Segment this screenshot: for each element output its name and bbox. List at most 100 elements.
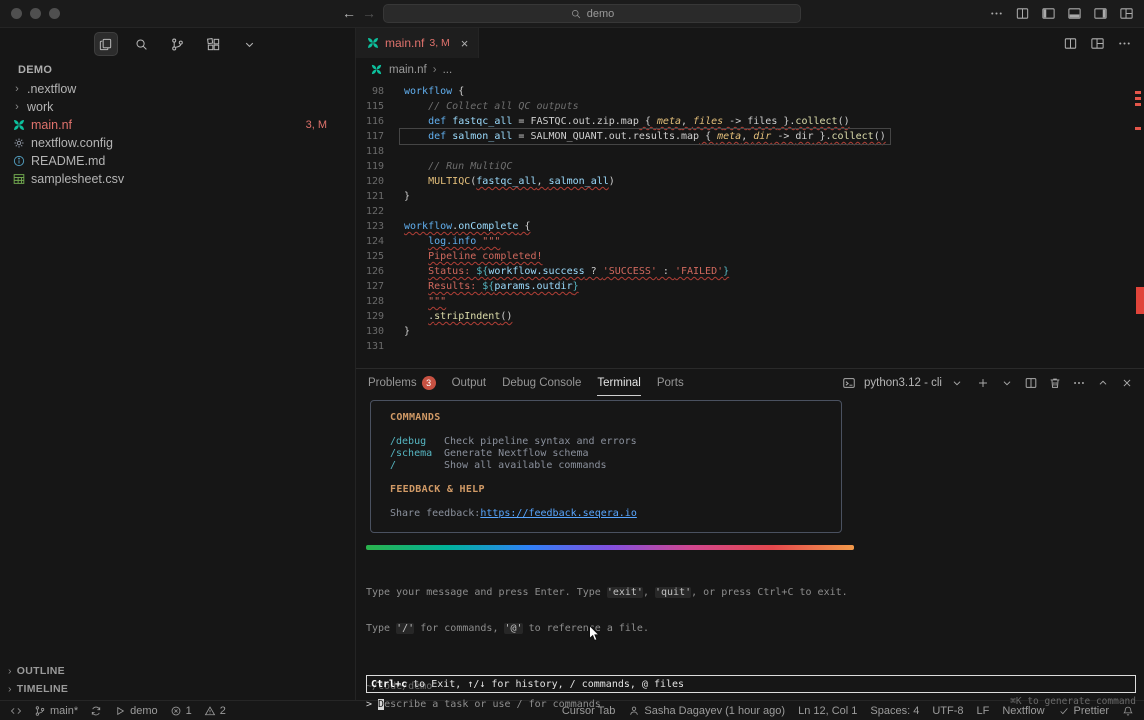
line-content: """ xyxy=(400,294,446,309)
section-outline[interactable]: ›OUTLINE xyxy=(0,662,355,680)
code-line-122[interactable]: 122 xyxy=(356,204,1144,219)
code-editor[interactable]: 98workflow {115 // Collect all QC output… xyxy=(356,81,1144,368)
titlebar-kebab-icon[interactable] xyxy=(989,6,1004,21)
line-content xyxy=(400,144,404,159)
section-timeline[interactable]: ›TIMELINE xyxy=(0,680,355,698)
editor-action-split-editor-icon[interactable] xyxy=(1063,36,1078,51)
editor-action-kebab-icon[interactable] xyxy=(1117,36,1132,51)
code-line-116[interactable]: 116 def fastqc_all = FASTQC.out.zip.map … xyxy=(356,114,1144,129)
code-line-117[interactable]: 117 def salmon_all = SALMON_QUANT.out.re… xyxy=(356,129,1144,144)
command-center[interactable]: demo xyxy=(383,4,801,23)
command-row-schema: /schemaGenerate Nextflow schema xyxy=(390,448,829,460)
tab-close-icon[interactable]: × xyxy=(461,37,469,50)
panel-action-plus-icon[interactable] xyxy=(976,376,990,390)
panel-action-close-icon[interactable] xyxy=(1120,376,1134,390)
titlebar-panel-left-icon[interactable] xyxy=(1041,6,1056,21)
warning-icon xyxy=(204,705,216,717)
status-main[interactable]: main* xyxy=(34,705,78,717)
titlebar-panel-right-icon[interactable] xyxy=(1093,6,1108,21)
tree-item-nextflow[interactable]: ›.nextflow xyxy=(0,80,355,98)
nextflow-icon xyxy=(370,63,383,76)
code-line-115[interactable]: 115 // Collect all QC outputs xyxy=(356,99,1144,114)
code-line-98[interactable]: 98workflow { xyxy=(356,84,1144,99)
back-button[interactable]: ← xyxy=(342,5,356,21)
breadcrumb-file[interactable]: main.nf xyxy=(389,64,427,76)
panel-tab-label: Output xyxy=(452,377,487,389)
status-remote-icon[interactable] xyxy=(10,705,22,717)
code-line-118[interactable]: 118 xyxy=(356,144,1144,159)
status-1[interactable]: 1 xyxy=(170,705,192,717)
terminal[interactable]: COMMANDS /debugCheck pipeline syntax and… xyxy=(356,397,1144,710)
code-line-123[interactable]: 123workflow.onComplete { xyxy=(356,219,1144,234)
code-line-126[interactable]: 126 Status: ${workflow.success ? 'SUCCES… xyxy=(356,264,1144,279)
panel-action-chevron-up-icon[interactable] xyxy=(1096,376,1110,390)
panel-tab-terminal[interactable]: Terminal xyxy=(597,369,640,397)
nextflow-icon xyxy=(366,36,380,50)
editor-action-layout-icon[interactable] xyxy=(1090,36,1105,51)
line-number: 123 xyxy=(356,219,400,234)
overview-ruler[interactable] xyxy=(1134,81,1144,368)
titlebar-split-editor-icon[interactable] xyxy=(1015,6,1030,21)
titlebar-layout-icon[interactable] xyxy=(1119,6,1134,21)
line-content: def fastqc_all = FASTQC.out.zip.map { me… xyxy=(400,114,850,129)
code-line-120[interactable]: 120 MULTIQC(fastqc_all, salmon_all) xyxy=(356,174,1144,189)
line-number: 98 xyxy=(356,84,400,99)
bottom-panel: Problems3 Output Debug Console Terminal Port… xyxy=(356,368,1144,700)
tree-item-nextflow-config[interactable]: nextflow.config xyxy=(0,134,355,152)
gear-icon xyxy=(12,136,26,150)
command-name[interactable]: / xyxy=(390,460,444,472)
tree-item-samplesheet-csv[interactable]: samplesheet.csv xyxy=(0,170,355,188)
panel-action-trash-icon[interactable] xyxy=(1048,376,1062,390)
panel-tab-debug-console[interactable]: Debug Console xyxy=(502,369,581,397)
code-line-127[interactable]: 127 Results: ${params.outdir} xyxy=(356,279,1144,294)
line-content: // Run MultiQC xyxy=(400,159,512,174)
panel-action-chevron-down-icon[interactable] xyxy=(1000,376,1014,390)
activity-files-icon[interactable] xyxy=(94,32,118,56)
panel-action-split-icon[interactable] xyxy=(1024,376,1038,390)
minimize-window-button[interactable] xyxy=(30,8,41,19)
tree-item-main-nf[interactable]: main.nf3, M xyxy=(0,116,355,134)
tree-item-work[interactable]: ›work xyxy=(0,98,355,116)
status-sync-icon[interactable] xyxy=(90,705,102,717)
close-window-button[interactable] xyxy=(11,8,22,19)
code-line-119[interactable]: 119 // Run MultiQC xyxy=(356,159,1144,174)
status-demo[interactable]: demo xyxy=(114,705,158,717)
code-line-130[interactable]: 130} xyxy=(356,324,1144,339)
code-line-125[interactable]: 125 Pipeline completed! xyxy=(356,249,1144,264)
activity-search-icon[interactable] xyxy=(130,32,154,56)
activity-source-control-icon[interactable] xyxy=(166,32,190,56)
code-line-124[interactable]: 124 log.info """ xyxy=(356,234,1144,249)
command-list: /debugCheck pipeline syntax and errors/s… xyxy=(390,436,829,472)
panel-tab-output[interactable]: Output xyxy=(452,369,487,397)
command-name[interactable]: /schema xyxy=(390,448,444,460)
code-line-129[interactable]: 129 .stripIndent() xyxy=(356,309,1144,324)
breadcrumb-symbol[interactable]: ... xyxy=(443,64,453,76)
code-line-131[interactable]: 131 xyxy=(356,339,1144,354)
activity-extensions-icon[interactable] xyxy=(202,32,226,56)
tab-main-nf[interactable]: main.nf 3, M × xyxy=(356,28,479,58)
error-icon xyxy=(170,705,182,717)
terminal-session-label[interactable]: python3.12 - cli xyxy=(864,377,942,389)
scrollbar-thumb[interactable] xyxy=(1136,287,1144,314)
chevron-right-icon: › xyxy=(8,683,12,695)
command-name[interactable]: /debug xyxy=(390,436,444,448)
titlebar-panel-bottom-icon[interactable] xyxy=(1067,6,1082,21)
status-2[interactable]: 2 xyxy=(204,705,226,717)
explorer-section-label[interactable]: DEMO xyxy=(0,60,355,80)
chevron-down-icon xyxy=(950,376,964,390)
feedback-link[interactable]: https://feedback.seqera.io xyxy=(480,508,637,520)
panel-action-kebab-icon[interactable] xyxy=(1072,376,1086,390)
activity-chevron-down-icon[interactable] xyxy=(238,32,262,56)
tree-item-readme-md[interactable]: README.md xyxy=(0,152,355,170)
panel-tab-ports[interactable]: Ports xyxy=(657,369,684,397)
zoom-window-button[interactable] xyxy=(49,8,60,19)
chevron-right-icon: › xyxy=(12,83,22,95)
panel-tab-problems[interactable]: Problems3 xyxy=(368,369,436,397)
chevron-right-icon: › xyxy=(8,665,12,677)
breadcrumb-separator: › xyxy=(433,64,437,76)
code-line-121[interactable]: 121} xyxy=(356,189,1144,204)
code-line-128[interactable]: 128 """ xyxy=(356,294,1144,309)
forward-button[interactable]: → xyxy=(362,5,376,21)
breadcrumb: main.nf › ... xyxy=(356,58,1144,81)
sidebar: DEMO ›.nextflow›workmain.nf3, Mnextflow.… xyxy=(0,28,356,700)
